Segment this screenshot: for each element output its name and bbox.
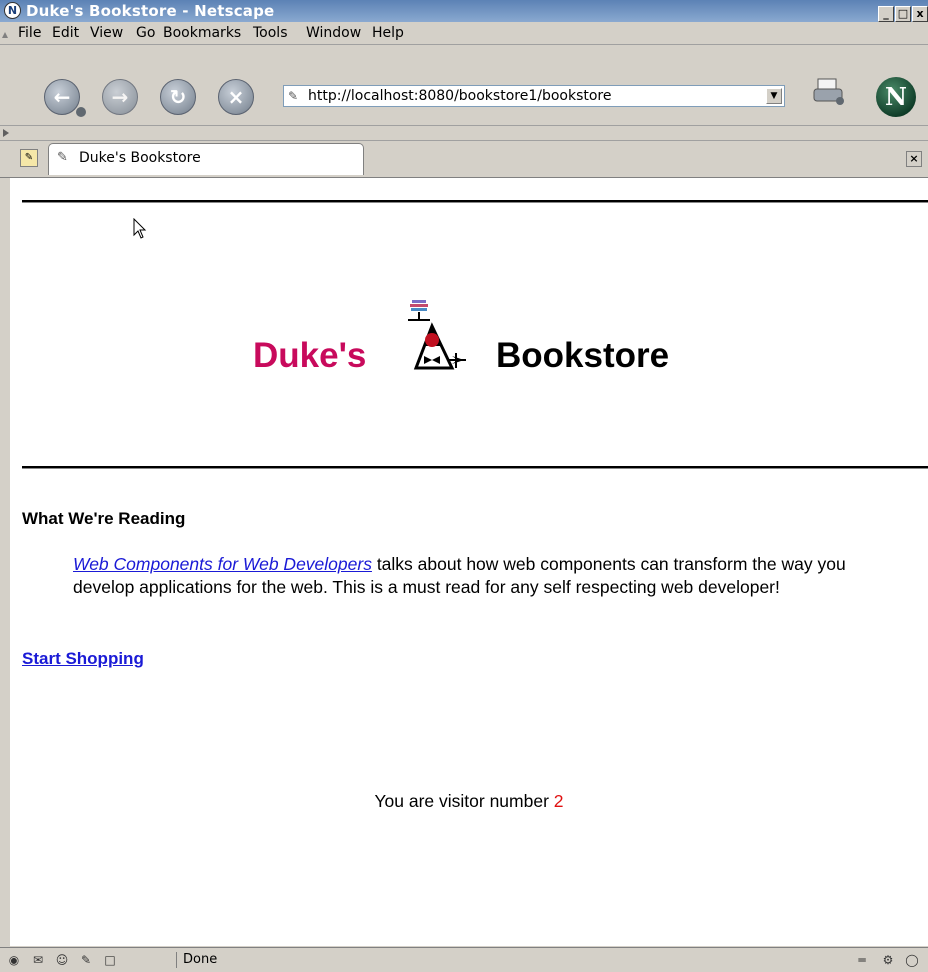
- back-dropdown-icon[interactable]: [76, 107, 86, 117]
- navigation-toolbar: ← → ↻ × ✎ http://localhost:8080/bookstor…: [0, 45, 928, 126]
- forward-arrow-icon: →: [111, 85, 129, 109]
- status-text: Done: [176, 952, 883, 968]
- stop-button[interactable]: ×: [218, 79, 254, 115]
- title-bar: N Duke's Bookstore - Netscape _ □ x: [0, 0, 928, 22]
- menu-bar: File Edit View Go Bookmarks Tools Window…: [0, 22, 928, 45]
- forward-button[interactable]: →: [102, 79, 138, 115]
- personal-toolbar: [0, 126, 928, 141]
- reload-button[interactable]: ↻: [160, 79, 196, 115]
- grip-icon: [2, 32, 8, 38]
- visitor-label: You are visitor number: [374, 791, 554, 811]
- tab-bar: ✎ ✎ Duke's Bookstore ×: [0, 141, 928, 178]
- visitor-counter: You are visitor number 2: [10, 791, 928, 812]
- navigator-icon[interactable]: ◉: [6, 953, 22, 967]
- menu-bookmarks[interactable]: Bookmarks: [163, 25, 241, 41]
- visitor-count: 2: [553, 791, 564, 811]
- reload-icon: ↻: [169, 85, 187, 109]
- maximize-button[interactable]: □: [895, 6, 911, 22]
- expand-arrow-icon[interactable]: [2, 129, 10, 137]
- book-link[interactable]: Web Components for Web Developers: [73, 554, 372, 574]
- stop-icon: ×: [227, 85, 245, 109]
- close-button[interactable]: x: [912, 6, 928, 22]
- back-button[interactable]: ←: [44, 79, 80, 115]
- minimize-button[interactable]: _: [878, 6, 894, 22]
- bottom-divider: [22, 466, 928, 469]
- mouse-cursor-icon: [133, 218, 147, 239]
- top-divider: [22, 200, 928, 203]
- menu-file[interactable]: File: [18, 25, 41, 41]
- url-field[interactable]: http://localhost:8080/bookstore1/booksto…: [308, 88, 612, 104]
- menu-tools[interactable]: Tools: [253, 25, 288, 41]
- menu-go[interactable]: Go: [136, 25, 155, 41]
- store-banner: Duke's Bookstore: [10, 298, 928, 378]
- mail-icon[interactable]: ✉: [30, 953, 46, 967]
- menu-edit[interactable]: Edit: [52, 25, 79, 41]
- book-recommendation: Web Components for Web Developers talks …: [73, 553, 873, 599]
- online-status-icon[interactable]: ═: [850, 953, 874, 967]
- window-title: Duke's Bookstore - Netscape: [26, 2, 275, 20]
- duke-mascot-icon: [408, 300, 466, 370]
- menu-window[interactable]: Window: [306, 25, 361, 41]
- tab-label: Duke's Bookstore: [79, 150, 201, 166]
- url-bar[interactable]: ✎ http://localhost:8080/bookstore1/books…: [283, 85, 785, 107]
- close-tab-button[interactable]: ×: [906, 151, 922, 167]
- brand-bookstore: Bookstore: [496, 336, 670, 375]
- new-tab-icon[interactable]: ✎: [20, 149, 38, 167]
- section-heading: What We're Reading: [22, 509, 186, 528]
- sidebar-strip: [0, 178, 10, 946]
- netscape-icon: N: [4, 2, 21, 19]
- security-info-icon[interactable]: ⚙: [880, 953, 896, 967]
- url-dropdown-icon[interactable]: ▼: [766, 88, 782, 104]
- print-icon[interactable]: [812, 77, 846, 105]
- start-shopping-link[interactable]: Start Shopping: [22, 649, 144, 669]
- back-arrow-icon: ←: [53, 85, 71, 109]
- page-icon: ✎: [288, 89, 299, 103]
- window-controls: _ □ x: [877, 2, 928, 22]
- brand-dukes: Duke's: [253, 336, 367, 375]
- menu-help[interactable]: Help: [372, 25, 404, 41]
- instant-messenger-icon[interactable]: ☺: [54, 953, 70, 967]
- lock-icon[interactable]: ◯: [904, 953, 920, 967]
- tab-dukes-bookstore[interactable]: ✎ Duke's Bookstore: [48, 143, 364, 175]
- tab-page-icon: ✎: [57, 150, 68, 165]
- netscape-logo-icon[interactable]: N: [876, 77, 916, 117]
- menu-view[interactable]: View: [90, 25, 123, 41]
- page-content: Duke's Bookstore What We're Reading Web …: [10, 178, 928, 946]
- address-book-icon[interactable]: □: [102, 953, 118, 967]
- composer-icon[interactable]: ✎: [78, 953, 94, 967]
- status-bar: ◉ ✉ ☺ ✎ □ Done ═ ⚙ ◯: [0, 947, 928, 972]
